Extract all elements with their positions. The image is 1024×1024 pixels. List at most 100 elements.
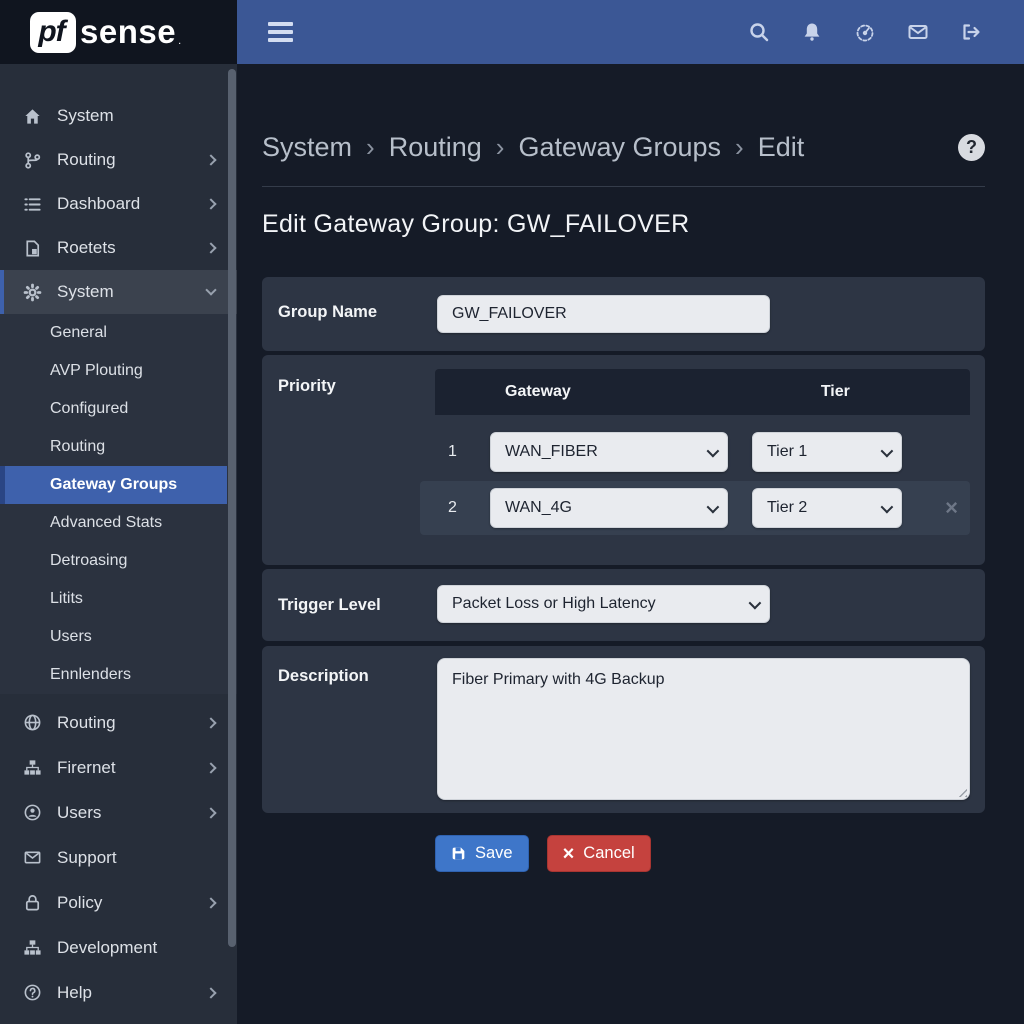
sitemap-icon [22, 758, 42, 778]
row-number: 1 [448, 443, 457, 461]
sidebar-item-routing[interactable]: Routing [0, 138, 237, 182]
pfsense-app: pf sense . [0, 0, 1024, 1024]
sidebar-item-support[interactable]: Support [0, 835, 237, 880]
submenu-label: Gateway Groups [50, 476, 177, 494]
submenu-item-routing[interactable]: Routing [0, 428, 227, 466]
sidebar-item-system-expanded[interactable]: System [0, 270, 237, 314]
active-indicator [0, 270, 4, 314]
tier-select-2[interactable]: Tier 2 [752, 488, 902, 528]
tier-select-value: Tier 1 [767, 443, 807, 461]
priority-section: Priority Gateway Tier 1 WAN_FIBER Tier 1… [262, 355, 985, 565]
submenu-item-configured[interactable]: Configured [0, 390, 227, 428]
sidebar-item-users[interactable]: Users [0, 790, 237, 835]
sidebar-item-system-home[interactable]: System [0, 94, 237, 138]
top-bar: pf sense . [0, 0, 1024, 64]
sidebar-item-roetets[interactable]: Roetets [0, 226, 237, 270]
sidebar-item-dashboard[interactable]: Dashboard [0, 182, 237, 226]
gateway-select-value: WAN_4G [505, 499, 572, 517]
gauge-status-icon[interactable] [854, 21, 876, 43]
submenu-label: Litits [50, 590, 83, 608]
pfsense-logo[interactable]: pf sense . [30, 12, 181, 53]
breadcrumb-gateway-groups[interactable]: Gateway Groups [518, 132, 721, 163]
submenu-item-litits[interactable]: Litits [0, 580, 227, 618]
submenu-item-gateway-groups[interactable]: Gateway Groups [0, 466, 227, 504]
trigger-level-label: Trigger Level [278, 596, 381, 615]
sidebar-nav: System Routing [0, 64, 237, 1015]
priority-label: Priority [278, 377, 336, 396]
sidebar-item-help[interactable]: Help [0, 970, 237, 1015]
priority-row-2: 2 WAN_4G Tier 2 × [420, 481, 970, 535]
submenu-item-avp-plouting[interactable]: AVP Plouting [0, 352, 227, 390]
chevron-down-icon [707, 500, 720, 513]
submenu-item-general[interactable]: General [0, 314, 227, 352]
group-name-input[interactable] [437, 295, 770, 333]
chevron-right-icon [205, 762, 216, 773]
gateway-column-header: Gateway [505, 383, 571, 401]
logo-pf-text: pf [38, 15, 67, 49]
selected-indicator [0, 466, 5, 504]
sidebar-item-label: Development [57, 938, 219, 958]
search-icon[interactable] [748, 21, 770, 43]
chevron-down-icon [881, 500, 894, 513]
cancel-button[interactable]: × Cancel [547, 835, 651, 872]
submenu-label: Ennlenders [50, 666, 131, 684]
row-number: 2 [448, 499, 457, 517]
chevron-right-icon [205, 987, 216, 998]
page-title: Edit Gateway Group: GW_FAILOVER [262, 210, 985, 239]
list-icon [22, 194, 42, 214]
trigger-level-select[interactable]: Packet Loss or High Latency [437, 585, 770, 623]
top-bar-nav [237, 0, 1024, 64]
submenu-item-users[interactable]: Users [0, 618, 227, 656]
sidebar-item-label: Firernet [57, 758, 207, 778]
chevron-down-icon [205, 284, 216, 295]
document-icon [22, 238, 42, 258]
breadcrumb-separator: › [496, 132, 505, 163]
chevron-right-icon [205, 717, 216, 728]
breadcrumb-divider [262, 186, 985, 187]
trigger-level-value: Packet Loss or High Latency [452, 595, 656, 613]
chevron-down-icon [707, 444, 720, 457]
cancel-button-label: Cancel [583, 844, 634, 863]
breadcrumb-routing[interactable]: Routing [389, 132, 482, 163]
chevron-right-icon [205, 807, 216, 818]
sign-out-icon[interactable] [960, 21, 982, 43]
logo-sense-text: sense [80, 13, 176, 51]
group-name-section: Group Name [262, 277, 985, 351]
delete-row-icon[interactable]: × [945, 497, 958, 519]
main-content: System › Routing › Gateway Groups › Edit… [237, 64, 1024, 1024]
gateway-select-2[interactable]: WAN_4G [490, 488, 728, 528]
sidebar-item-label: Help [57, 983, 207, 1003]
description-textarea[interactable]: Fiber Primary with 4G Backup [437, 658, 970, 800]
globe-icon [22, 713, 42, 733]
description-label: Description [278, 667, 369, 686]
submenu-item-detroasing[interactable]: Detroasing [0, 542, 227, 580]
priority-table-header: Gateway Tier [435, 369, 970, 415]
code-branch-icon [22, 150, 42, 170]
hamburger-menu-icon[interactable] [262, 16, 299, 48]
sidebar-item-policy[interactable]: Policy [0, 880, 237, 925]
system-submenu: General AVP Plouting Configured Routing … [0, 314, 237, 694]
tier-select-1[interactable]: Tier 1 [752, 432, 902, 472]
save-button[interactable]: Save [435, 835, 529, 872]
notifications-bell-icon[interactable] [801, 21, 823, 43]
gateway-select-1[interactable]: WAN_FIBER [490, 432, 728, 472]
sidebar-item-routing-2[interactable]: Routing [0, 700, 237, 745]
breadcrumb-system[interactable]: System [262, 132, 352, 163]
sidebar-item-label: Dashboard [57, 194, 207, 214]
chevron-right-icon [205, 154, 216, 165]
submenu-label: Users [50, 628, 92, 646]
sidebar-item-label: Support [57, 848, 219, 868]
sidebar-scrollbar[interactable] [228, 69, 236, 947]
help-icon[interactable]: ? [958, 134, 985, 161]
submenu-item-advanced-stats[interactable]: Advanced Stats [0, 504, 227, 542]
home-icon [22, 106, 42, 126]
trigger-level-section: Trigger Level Packet Loss or High Latenc… [262, 569, 985, 641]
tier-select-value: Tier 2 [767, 499, 807, 517]
breadcrumb-edit: Edit [758, 132, 805, 163]
mail-icon[interactable] [907, 21, 929, 43]
breadcrumb: System › Routing › Gateway Groups › Edit… [262, 132, 985, 163]
sidebar-item-development[interactable]: Development [0, 925, 237, 970]
submenu-item-ennlenders[interactable]: Ennlenders [0, 656, 227, 694]
sidebar-item-firernet[interactable]: Firernet [0, 745, 237, 790]
users-globe-icon [22, 803, 42, 823]
